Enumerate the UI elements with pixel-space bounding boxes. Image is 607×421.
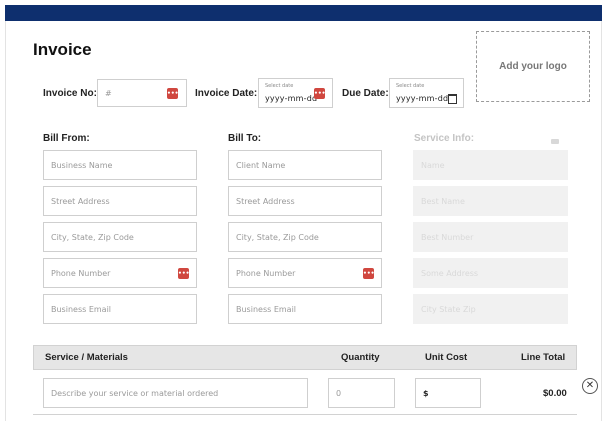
- bill-to-phone-number[interactable]: Phone Number •••: [228, 258, 382, 288]
- bill-from-business-name[interactable]: Business Name: [43, 150, 197, 180]
- top-banner: [5, 5, 602, 21]
- field-placeholder: Business Name: [51, 160, 113, 170]
- due-date-value: yyyy-mm-dd: [396, 94, 449, 103]
- field-placeholder: Name: [421, 160, 445, 170]
- field-placeholder: Street Address: [51, 196, 110, 206]
- line-item-total: $0.00: [543, 388, 567, 399]
- service-info-heading: Service Info:: [414, 133, 475, 144]
- field-placeholder: Best Name: [421, 196, 465, 206]
- add-logo-dropzone[interactable]: Add your logo: [476, 31, 590, 102]
- field-placeholder: Best Number: [421, 232, 474, 242]
- currency-symbol: $: [423, 388, 429, 398]
- tag-icon: [551, 139, 559, 144]
- due-date-caption: Select date: [396, 83, 425, 89]
- add-logo-label: Add your logo: [499, 61, 567, 72]
- field-placeholder: Client Name: [236, 160, 286, 170]
- autofill-icon[interactable]: •••: [178, 268, 190, 279]
- invoice-no-input[interactable]: # •••: [97, 79, 187, 107]
- service-info-best-name: Best Name: [413, 186, 568, 216]
- bill-to-heading: Bill To:: [228, 133, 262, 144]
- bill-from-city-state-zip[interactable]: City, State, Zip Code: [43, 222, 197, 252]
- line-item-description-input[interactable]: Describe your service or material ordere…: [43, 378, 308, 408]
- invoice-no-label: Invoice No:: [43, 88, 97, 99]
- line-item-quantity-input[interactable]: 0: [328, 378, 395, 408]
- invoice-date-value: yyyy-mm-dd: [265, 94, 318, 103]
- field-placeholder: Phone Number: [51, 268, 111, 278]
- field-placeholder: Describe your service or material ordere…: [51, 388, 219, 398]
- bill-to-business-email[interactable]: Business Email: [228, 294, 382, 324]
- service-info-best-number: Best Number: [413, 222, 568, 252]
- field-placeholder: Some Address: [421, 268, 479, 278]
- field-placeholder: Business Email: [51, 304, 112, 314]
- col-unit-cost: Unit Cost: [425, 352, 468, 363]
- service-info-city-state-zip: City State Zip: [413, 294, 568, 324]
- due-date-input[interactable]: Select date yyyy-mm-dd: [389, 78, 464, 108]
- bill-to-client-name[interactable]: Client Name: [228, 150, 382, 180]
- field-placeholder: City, State, Zip Code: [51, 232, 134, 242]
- field-placeholder: Business Email: [236, 304, 297, 314]
- calendar-icon[interactable]: [448, 94, 457, 104]
- bill-from-heading: Bill From:: [43, 133, 90, 144]
- service-info-name: Name: [413, 150, 568, 180]
- autofill-icon[interactable]: •••: [363, 268, 375, 279]
- field-placeholder: Phone Number: [236, 268, 296, 278]
- invoice-date-caption: Select date: [265, 83, 294, 89]
- autofill-icon[interactable]: •••: [314, 88, 326, 99]
- autofill-icon[interactable]: •••: [167, 88, 179, 99]
- col-service-materials: Service / Materials: [45, 352, 128, 363]
- line-item-unit-cost-input[interactable]: $: [415, 378, 481, 408]
- field-placeholder: City, State, Zip Code: [236, 232, 319, 242]
- page-title: Invoice: [33, 40, 92, 59]
- bill-from-business-email[interactable]: Business Email: [43, 294, 197, 324]
- remove-line-item-icon[interactable]: ✕: [582, 378, 598, 394]
- bill-to-city-state-zip[interactable]: City, State, Zip Code: [228, 222, 382, 252]
- invoice-no-placeholder: #: [105, 88, 112, 98]
- bill-from-phone-number[interactable]: Phone Number •••: [43, 258, 197, 288]
- bill-to-street-address[interactable]: Street Address: [228, 186, 382, 216]
- divider: [33, 414, 577, 415]
- field-placeholder: 0: [336, 388, 342, 398]
- due-date-label: Due Date:: [342, 88, 389, 99]
- field-placeholder: City State Zip: [421, 304, 476, 314]
- service-info-address: Some Address: [413, 258, 568, 288]
- invoice-date-label: Invoice Date:: [195, 88, 258, 99]
- bill-from-street-address[interactable]: Street Address: [43, 186, 197, 216]
- col-line-total: Line Total: [521, 352, 566, 363]
- field-placeholder: Street Address: [236, 196, 295, 206]
- col-quantity: Quantity: [341, 352, 380, 363]
- invoice-date-input[interactable]: Select date yyyy-mm-dd •••: [258, 78, 333, 108]
